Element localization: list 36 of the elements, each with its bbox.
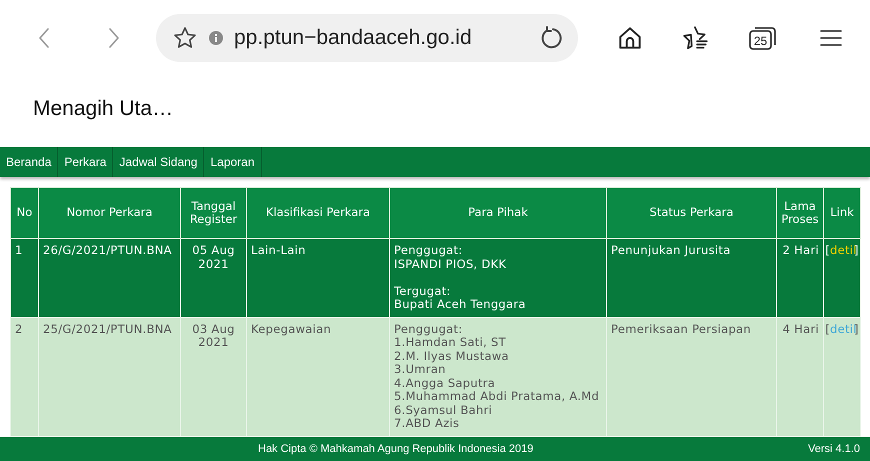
page-title: Menagih Uta… (33, 97, 174, 121)
address-bar[interactable]: pp.ptun−bandaaceh.go.id (156, 14, 578, 62)
parties-cell: Penggugat: 1.Hamdan Sati, ST 2.M. Ilyas Mustawa 3.Umran 4.Angga Saputra 5.Muhammad Abdi Pratama, A.Md 6.Syamsul Bahri 7.ABD Azis (390, 317, 606, 436)
url-text: pp.ptun−bandaaceh.go.id (234, 26, 473, 50)
detail-link[interactable]: detil (830, 244, 854, 258)
version-text: Versi 4.1.0 (808, 443, 860, 455)
column-header: Para Pihak (390, 188, 606, 238)
column-header: Link (824, 188, 860, 238)
table-cell: Pemeriksaan Persiapan (606, 317, 776, 436)
column-header: No (10, 188, 38, 238)
table-cell: 2 (10, 317, 38, 436)
column-header: Tanggal Register (180, 188, 246, 238)
column-header: Status Perkara (606, 188, 776, 238)
table-cell: 03 Aug 2021 (180, 317, 246, 436)
table-cell: Penunjukan Jurusita (606, 238, 776, 317)
table-cell: 4 Hari (776, 317, 824, 436)
link-cell: [detil] (824, 317, 860, 436)
table-cell: 1 (10, 238, 38, 317)
star-icon[interactable] (172, 24, 198, 50)
link-cell: [detil] (824, 238, 860, 317)
table-cell: 26/G/2021/PTUN.BNA (38, 238, 180, 317)
copyright-text: Hak Cipta © Mahkamah Agung Republik Indonesia 2019 (258, 443, 534, 455)
table-cell: 05 Aug 2021 (180, 238, 246, 317)
nav-item[interactable]: Jadwal Sidang (113, 147, 204, 177)
nav-item[interactable]: Perkara (58, 147, 114, 177)
column-header: Klasifikasi Perkara (246, 188, 390, 238)
parties-cell: Penggugat: ISPANDI PIOS, DKK Tergugat: Bupati Aceh Tenggara (390, 238, 606, 317)
table-cell: Kepegawaian (246, 317, 390, 436)
table-cell: 2 Hari (776, 238, 824, 317)
column-header: Nomor Perkara (38, 188, 180, 238)
nav-item[interactable]: Beranda (0, 147, 58, 177)
table-cell: Lain-Lain (246, 238, 390, 317)
info-icon[interactable] (208, 30, 224, 46)
nav-item[interactable]: Laporan (204, 147, 262, 177)
table-cell: 25/G/2021/PTUN.BNA (38, 317, 180, 436)
column-header: Lama Proses (776, 188, 824, 238)
